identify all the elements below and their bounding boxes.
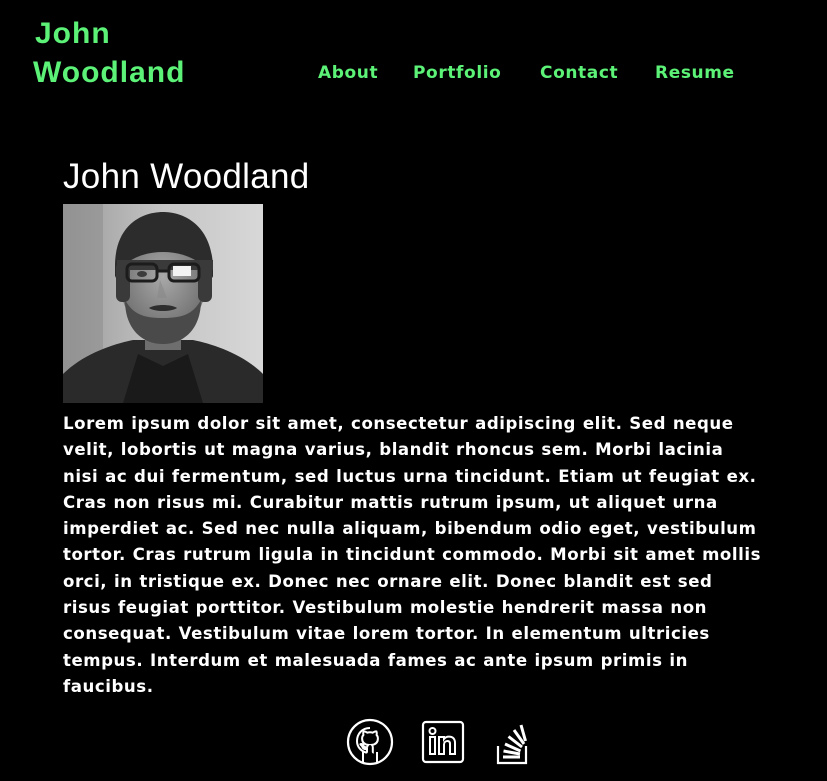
github-icon (346, 718, 394, 766)
brand-last-name: Woodland (33, 56, 186, 89)
nav-link-resume[interactable]: Resume (655, 60, 735, 86)
linkedin-icon (421, 720, 465, 764)
site-brand[interactable]: John Woodland (33, 14, 185, 92)
nav-link-portfolio[interactable]: Portfolio (413, 60, 540, 86)
nav-link-contact[interactable]: Contact (540, 60, 655, 86)
brand-first-name: John (35, 17, 111, 50)
profile-photo (63, 204, 263, 403)
page: John Woodland About Portfolio Contact Re… (0, 0, 827, 781)
main-nav: About Portfolio Contact Resume (318, 60, 735, 86)
page-title: John Woodland (63, 157, 310, 196)
bio-text: Lorem ipsum dolor sit amet, consectetur … (63, 414, 762, 696)
stackoverflow-link[interactable] (492, 718, 532, 766)
github-link[interactable] (346, 718, 419, 766)
stackoverflow-icon (496, 724, 528, 765)
linkedin-link[interactable] (419, 718, 492, 766)
nav-link-about[interactable]: About (318, 60, 413, 86)
social-links (346, 718, 532, 766)
